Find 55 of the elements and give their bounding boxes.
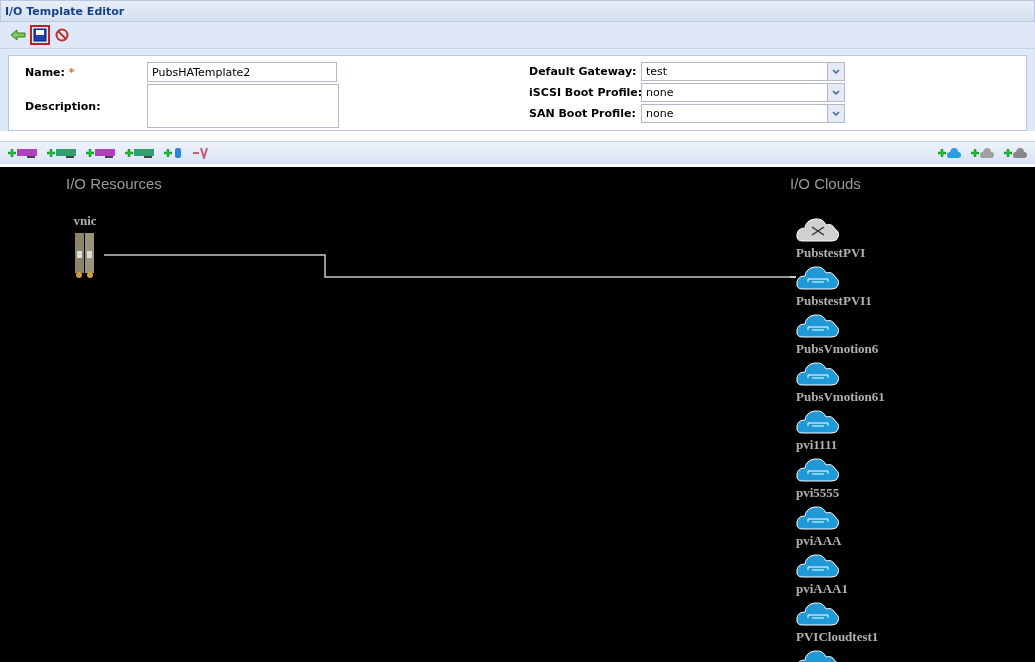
add-cloud-button[interactable] [971, 145, 994, 161]
cloud-label: pviAAA [796, 532, 842, 550]
window-title: I/O Template Editor [5, 4, 125, 18]
caret-icon [827, 84, 844, 101]
cloud-label: PubsVmotion6 [796, 340, 879, 358]
save-icon [33, 28, 47, 42]
cloud-label: pvi5555 [796, 484, 840, 502]
pvi-cloud-icon[interactable] [796, 359, 840, 387]
required-mark: * [68, 65, 75, 79]
plus-icon [938, 149, 946, 157]
field-label: Name: * [25, 65, 76, 79]
pvi-cloud-icon[interactable] [796, 599, 840, 627]
plus-icon [8, 149, 16, 157]
remove-button[interactable] [193, 145, 209, 161]
plus-icon [125, 149, 133, 157]
plus-icon [86, 149, 94, 157]
back-arrow-icon [10, 29, 26, 41]
connector-icon [173, 147, 183, 159]
add-cloud-button[interactable] [1004, 145, 1027, 161]
plus-icon [164, 149, 172, 157]
cloud-label: PVICloudtest1 [796, 628, 879, 646]
pvi-cloud-icon[interactable] [796, 503, 840, 531]
pvi-cloud-icon[interactable] [796, 455, 840, 483]
save-button[interactable] [30, 25, 50, 45]
dropdown-field[interactable]: none [641, 83, 845, 102]
cloud-label: pviAAA1 [796, 580, 848, 598]
description-field[interactable] [147, 84, 339, 128]
caret-icon [827, 105, 844, 122]
name-field[interactable]: PubsHATemplate2 [147, 62, 337, 82]
pvi-cloud-icon[interactable] [796, 551, 840, 579]
section-title: I/O Clouds [790, 175, 861, 192]
field-label: iSCSI Boot Profile: [529, 86, 641, 99]
add-connector-button[interactable] [164, 145, 183, 161]
cloud-label: PubsVmotion61 [796, 388, 885, 406]
network-cloud-icon[interactable] [796, 215, 840, 243]
pvi-cloud-icon[interactable] [796, 311, 840, 339]
pvi-cloud-icon[interactable] [796, 263, 840, 291]
cloud-label: PubstestPVI [796, 244, 866, 262]
plus-icon [971, 149, 979, 157]
minus-v-icon [193, 147, 209, 159]
dropdown-field[interactable]: none [641, 104, 845, 123]
pvi-cloud-icon[interactable] [796, 407, 840, 435]
section-title: I/O Resources [66, 175, 162, 192]
node-label: vnic [73, 212, 97, 230]
field-label: Description: [25, 99, 102, 113]
add-cloud-button[interactable] [938, 145, 961, 161]
field-label: Default Gateway: [529, 65, 638, 78]
cancel-icon [55, 28, 69, 42]
plus-icon [47, 149, 55, 157]
cloud-label: PubstestPVI1 [796, 292, 872, 310]
caret-icon [827, 63, 844, 80]
plus-icon [1004, 149, 1012, 157]
dropdown-field[interactable]: test [641, 62, 845, 81]
cloud-label: pvi1111 [796, 436, 838, 454]
field-label: SAN Boot Profile: [529, 107, 637, 120]
